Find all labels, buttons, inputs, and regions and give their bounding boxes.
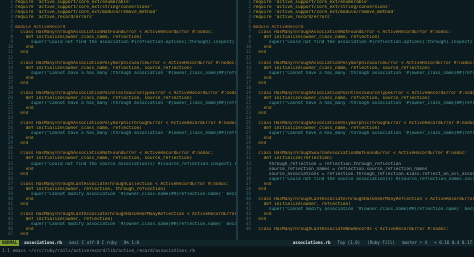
code-line[interactable]: 42 super("Cannot modify association '#{o… [238,207,474,212]
left-file-info: ansi C utf-8 C ruby [68,240,117,246]
left-buffer-name[interactable]: associations.rb [22,240,64,245]
code-line[interactable]: 9 super("Could not find the association … [0,40,236,45]
code-line[interactable]: 15 super("Cannot have a has_many :throug… [238,71,474,76]
minibuffer[interactable]: 1:1 emacs ~/src/ruby/rails/activerecord/… [0,247,474,257]
code-text: end [253,217,267,223]
code-text: super("Cannot have a has_many :through a… [268,100,474,106]
code-line[interactable]: 39 super("Cannot modify association '#{o… [0,192,236,197]
code-text: end [15,171,29,177]
code-text: require 'active_record/errors' [253,15,333,21]
code-text: super("Could not find the source associa… [268,176,474,182]
code-text: super("Could not find the association #{… [30,40,235,46]
editor-pane-right[interactable]: 1 require 'active_support/core_ext/enumer… [238,0,474,240]
code-text: end [15,141,29,147]
line-number: 46 [245,227,251,233]
right-git-branch: master • 4 [401,240,428,246]
code-text: end [253,80,267,86]
right-load-average: + 0.16 0.4 0.17 [434,240,472,246]
code-text: super("Cannot modify association '#{owne… [30,222,236,228]
code-text: class HasManyThroughCantAssociateNewReco… [253,227,449,233]
code-line[interactable]: 21 super("Cannot have a has_many :throug… [0,101,236,106]
code-line[interactable]: 47 end [0,232,236,237]
code-line[interactable]: 27 super("Cannot have a has_many :throug… [0,131,236,136]
code-line[interactable]: 33 super("Could not find the source asso… [0,162,236,167]
code-text: end [15,232,29,238]
code-text: require 'active_record/errors' [15,15,95,21]
line-number: 47 [7,232,13,238]
code-line[interactable]: 46 class HasManyThroughCantAssociateNewR… [238,227,474,232]
code-line[interactable]: 36 super("Could not find the source asso… [238,177,474,182]
code-line[interactable]: 45 super("Cannot modify association '#{o… [0,222,236,227]
left-position: 0% 1:0 [123,240,140,246]
code-line[interactable]: 21 super("Cannot have a has_many :throug… [238,101,474,106]
code-text: end [253,141,267,147]
code-text: end [15,50,29,56]
right-position: Top (1,0) [337,240,361,246]
code-line[interactable]: 9 super("Could not find the association … [238,40,474,45]
code-text: super("Could not find the association #{… [268,40,473,46]
code-text: end [253,186,267,192]
code-text: end [253,50,267,56]
code-text: end [15,111,29,117]
code-text: super("Cannot have a has_many :through a… [268,70,474,76]
code-line[interactable]: 27 super("Cannot have a has_many :throug… [238,131,474,136]
code-line[interactable]: 15 super("Cannot have a has_many :throug… [0,71,236,76]
code-text: end [15,201,29,207]
code-text: end [253,111,267,117]
code-text: super("Cannot modify association '#{owne… [268,206,474,212]
right-buffer-name[interactable]: associations.rb [291,240,333,245]
editor-pane-left[interactable]: 1 require 'active_support/core_ext/enumer… [0,0,236,240]
code-text: super("Cannot have a has_many :through a… [30,70,236,76]
code-text: super("Cannot have a has_many :through a… [30,100,236,106]
code-text: super("Could not find the source associa… [30,161,236,167]
code-text: super("Cannot modify association '#{owne… [30,191,236,197]
code-text: super("Cannot have a has_many :through a… [30,131,236,137]
code-text: end [15,80,29,86]
mode-line: NORMAL associations.rb ansi C utf-8 C ru… [0,240,474,246]
right-major-mode: (Ruby Fill) [367,240,395,246]
code-text: super("Cannot have a has_many :through a… [268,131,474,137]
left-mode-indicator: NORMAL [0,240,20,246]
